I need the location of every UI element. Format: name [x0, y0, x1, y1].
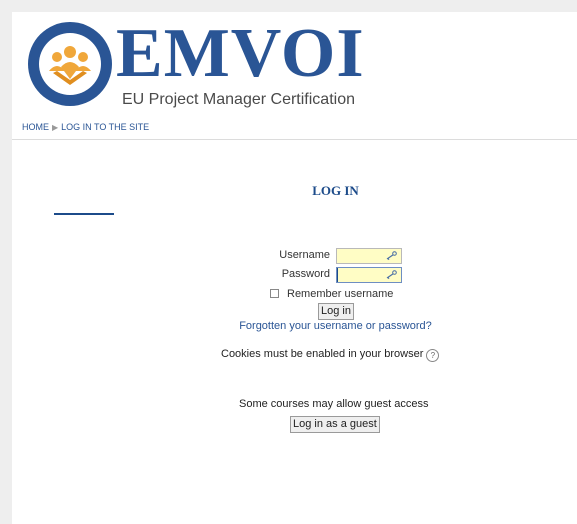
remember-username-checkbox[interactable] [270, 289, 279, 298]
top-border [0, 0, 577, 12]
username-field[interactable] [336, 248, 402, 264]
remember-username-row: Remember username [270, 288, 393, 300]
people-icon [49, 46, 91, 85]
breadcrumb-current: LOG IN TO THE SITE [61, 122, 150, 132]
cookies-note-text: Cookies must be enabled in your browser [221, 348, 424, 360]
left-border [0, 12, 12, 524]
help-icon[interactable]: ? [426, 349, 440, 362]
forgot-password-link[interactable]: Forgotten your username or password? [0, 320, 577, 332]
site-logo[interactable]: EMVOI EU Project Manager Certification [28, 15, 368, 114]
password-label: Password [281, 268, 330, 280]
key-icon [386, 251, 397, 261]
login-button[interactable]: Log in [318, 303, 354, 320]
tab-underline [54, 213, 114, 215]
username-label: Username [279, 249, 330, 261]
breadcrumb-separator-icon: ▶ [52, 123, 59, 132]
logo-tagline: EU Project Manager Certification [122, 91, 355, 108]
breadcrumb: HOME ▶ LOG IN TO THE SITE [22, 122, 149, 132]
logo-wordmark: EMVOI [116, 15, 365, 92]
guest-access-note: Some courses may allow guest access [239, 398, 429, 410]
key-icon [386, 270, 397, 280]
logo-emblem [28, 22, 112, 106]
guest-login-button[interactable]: Log in as a guest [290, 416, 380, 433]
page-title: LOG IN [312, 183, 359, 198]
remember-username-label: Remember username [287, 288, 394, 300]
password-field[interactable] [336, 267, 402, 283]
breadcrumb-home-link[interactable]: HOME [22, 122, 49, 132]
header-divider [12, 139, 577, 140]
cookies-note: Cookies must be enabled in your browser? [221, 348, 440, 362]
